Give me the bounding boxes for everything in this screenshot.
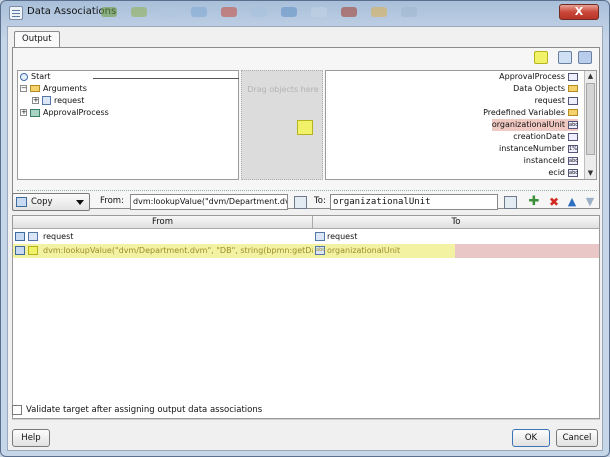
- expression-builder-icon[interactable]: [534, 51, 548, 64]
- expression-builder-icon[interactable]: [294, 196, 307, 209]
- column-header-to[interactable]: To: [313, 216, 599, 229]
- variable-icon: [568, 96, 578, 105]
- mapping-line-request: [93, 78, 239, 79]
- variable-icon: [42, 96, 51, 105]
- to-cell: request: [327, 232, 358, 241]
- string-type-icon: abc: [315, 246, 325, 255]
- from-cell: dvm:lookupValue("dvm/Department.dvm", "D…: [13, 244, 313, 258]
- number-type-icon: 1%: [568, 144, 578, 153]
- add-icon[interactable]: ✚: [528, 195, 540, 208]
- tab-output[interactable]: Output: [14, 31, 60, 47]
- copy-icon: [16, 197, 27, 207]
- target-browser-icon[interactable]: [504, 196, 517, 209]
- string-type-icon: abc: [568, 120, 578, 129]
- dialog-icon: [9, 6, 23, 20]
- folder-icon: [568, 85, 578, 92]
- process-icon: [568, 72, 578, 81]
- associations-table: From To request request dvm:lookupValue(…: [12, 215, 600, 419]
- tree-node-request-target[interactable]: request: [535, 95, 578, 107]
- move-down-icon[interactable]: ▼: [584, 196, 596, 208]
- start-event-icon: [20, 72, 28, 81]
- drop-zone-hint: Drag objects here: [247, 85, 319, 94]
- table-row[interactable]: dvm:lookupValue("dvm/Department.dvm", "D…: [13, 244, 599, 258]
- blurred-toolbar-background: [101, 7, 461, 19]
- string-type-icon: abc: [568, 168, 578, 177]
- tree-node-arguments[interactable]: − Arguments: [20, 83, 87, 95]
- title-bar: Data Associations X: [1, 1, 609, 25]
- scroll-up-icon[interactable]: ▲: [586, 72, 595, 81]
- tree-node-request[interactable]: + request: [32, 95, 84, 107]
- tree-node-approvalprocess-target[interactable]: ApprovalProcess: [499, 71, 578, 83]
- collapse-icon[interactable]: −: [20, 85, 27, 92]
- source-tree: Start − Arguments + request + ApprovalProce…: [17, 70, 239, 180]
- from-expression-field[interactable]: dvm:lookupValue("dvm/Department.dvm",: [130, 194, 288, 210]
- tree-node-predefined-variables[interactable]: Predefined Variables: [483, 107, 578, 119]
- target-tree-scrollbar[interactable]: ▲ ▼: [584, 71, 596, 179]
- validate-option[interactable]: Validate target after assigning output d…: [12, 404, 262, 418]
- ok-button[interactable]: OK: [512, 429, 550, 447]
- chevron-down-icon: [76, 200, 84, 205]
- expand-icon[interactable]: +: [32, 97, 39, 104]
- table-header: From To: [13, 216, 599, 229]
- validate-checkbox[interactable]: [12, 405, 22, 415]
- tree-node-approvalprocess[interactable]: + ApprovalProcess: [20, 107, 109, 119]
- dialog-content: Output Start − Arguments + request + Approv…: [7, 26, 603, 451]
- auto-map-icon[interactable]: [578, 51, 592, 64]
- delete-icon[interactable]: ✖: [548, 196, 560, 208]
- string-type-icon: abc: [568, 156, 578, 165]
- dialog-window: Data Associations X Output Start − Argume…: [0, 0, 610, 457]
- folder-icon: [568, 109, 578, 116]
- expression-node-icon[interactable]: [297, 120, 313, 135]
- from-cell: request: [43, 232, 74, 241]
- help-button[interactable]: Help: [12, 429, 50, 447]
- target-tree: ApprovalProcess Data Objects request Pre…: [325, 70, 597, 180]
- selection-highlight: [455, 244, 599, 258]
- tree-node-ecid[interactable]: ecid abc: [548, 167, 578, 177]
- move-up-icon[interactable]: ▲: [566, 196, 578, 208]
- tree-node-data-objects[interactable]: Data Objects: [513, 83, 578, 95]
- expression-icon: [28, 246, 38, 255]
- tree-node-instancenumber[interactable]: instanceNumber 1%: [499, 143, 578, 155]
- column-header-from[interactable]: From: [13, 216, 313, 229]
- tree-node-instanceid[interactable]: instanceId abc: [524, 155, 578, 167]
- mapping-panel: Start − Arguments + request + ApprovalProce…: [12, 47, 600, 209]
- copy-icon: [15, 246, 25, 255]
- process-icon: [30, 108, 40, 117]
- scroll-down-icon[interactable]: ▼: [586, 169, 595, 178]
- close-button[interactable]: X: [559, 4, 599, 20]
- from-label: From:: [100, 196, 124, 206]
- folder-icon: [30, 85, 40, 92]
- tree-node-creationdate[interactable]: creationDate: [513, 131, 578, 143]
- expand-icon[interactable]: +: [20, 109, 27, 116]
- table-row[interactable]: request request: [13, 230, 599, 244]
- date-type-icon: [568, 132, 578, 141]
- divider: [12, 419, 600, 420]
- mapping-editor-row: Copy From: dvm:lookupValue("dvm/Departme…: [12, 193, 600, 213]
- scroll-thumb[interactable]: [586, 83, 595, 155]
- to-label: To:: [314, 196, 326, 206]
- operation-select[interactable]: Copy: [12, 193, 90, 211]
- tree-node-start[interactable]: Start: [20, 71, 51, 83]
- tree-node-organizationalunit[interactable]: organizationalUnit abc: [491, 119, 578, 131]
- xsl-transform-icon[interactable]: [558, 51, 572, 64]
- cancel-button[interactable]: Cancel: [556, 429, 598, 447]
- to-target-field[interactable]: organizationalUnit: [330, 194, 498, 210]
